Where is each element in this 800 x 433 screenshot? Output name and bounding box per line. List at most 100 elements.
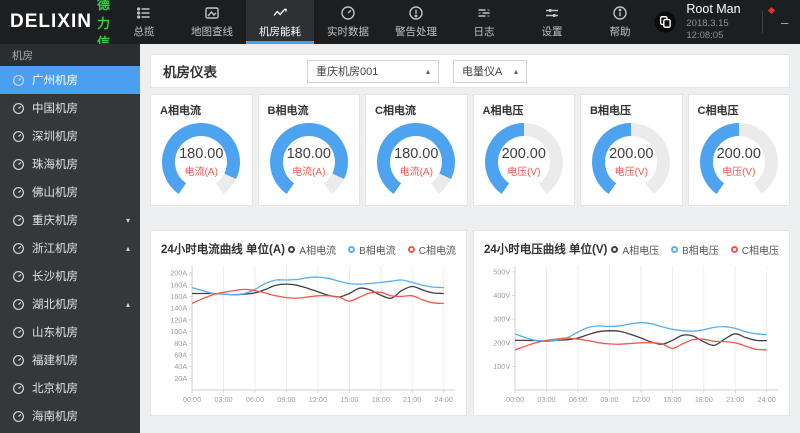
sidebar-item-zhejiang[interactable]: 浙江机房 ▴ [0,234,140,262]
sidebar-item-zhuhai[interactable]: 珠海机房 [0,150,140,178]
meter-toolbar: 机房仪表 重庆机房001 ▴ 电量仪A ▴ [150,54,790,88]
gauge-icon [12,298,25,310]
caret-up-icon: ▴ [425,66,430,76]
main-content: 机房仪表 重庆机房001 ▴ 电量仪A ▴ A相电流 180.00 电流(A) … [140,44,800,433]
sidebar-item-label: 中国机房 [32,103,78,115]
sidebar-item-label: 北京机房 [32,383,78,395]
gauge-unit: 电流(A) [292,167,326,178]
legend-item-a-voltage[interactable]: A相电压 [611,242,659,257]
user-datetime: 2018.3.15 12:08:05 [686,17,729,41]
chart-title: 24小时电流曲线 单位(A) [161,244,285,256]
nav-label: 帮助 [609,26,631,38]
chevron-up-icon: ▴ [125,299,130,309]
legend-item-b-current[interactable]: B相电流 [348,242,396,257]
svg-text:40A: 40A [174,362,187,371]
gauge-icon [12,242,25,254]
voltage-line-chart: 00:00 03:00 06:00 09:00 12:00 15:00 18:00 21:00… [493,266,779,404]
sidebar-item-label: 重庆机房 [32,215,78,227]
main-nav: 总揽 地图查线 机房能耗 实时数据 警告处理 日志 设置 帮助 [110,0,654,44]
nav-label: 设置 [541,26,563,38]
gauge-title: C相电流 [375,105,416,117]
user-name: Root Man [686,2,741,17]
sidebar-item-shandong[interactable]: 山东机房 [0,318,140,346]
nav-item-settings[interactable]: 设置 [518,0,586,44]
svg-text:03:00: 03:00 [537,395,555,404]
sidebar-item-shenzhen[interactable]: 深圳机房 [0,122,140,150]
settings-icon [545,9,558,17]
sidebar-item-label: 长沙机房 [32,271,78,283]
sidebar-item-label: 山东机房 [32,327,78,339]
svg-text:24:00: 24:00 [435,395,453,404]
sidebar-item-label: 海南机房 [32,411,78,423]
legend-item-b-voltage[interactable]: B相电压 [671,242,719,257]
nav-item-help[interactable]: 帮助 [586,0,654,44]
log-icon [478,9,490,17]
sidebar-item-label: 湖北机房 [32,299,78,311]
sidebar-item-label: 福建机房 [32,355,78,367]
current-chart-legend: A相电流 B相电流 C相电流 [288,242,456,257]
page-title: 机房仪表 [163,65,217,80]
room-sidebar: 机房 广州机房 中国机房 深圳机房 珠海机房 佛山机房 重庆机房 ▾ 浙江机房 ▴ [0,44,140,433]
sidebar-item-label: 珠海机房 [32,159,78,171]
user-meta: Root Man 2018.3.15 12:08:05 [686,2,747,41]
sidebar-item-guangzhou[interactable]: 广州机房 [0,66,140,94]
user-avatar[interactable] [654,7,676,37]
nav-item-room-energy[interactable]: 机房能耗 [245,0,314,44]
sidebar-item-label: 佛山机房 [32,187,78,199]
alert-icon [409,6,423,20]
legend-item-c-voltage[interactable]: C相电压 [730,242,779,257]
gauge-card-b-voltage: B相电压 200.00 电压(V) [580,94,683,206]
nav-item-map-search[interactable]: 地图查线 [178,0,246,44]
legend-item-a-current[interactable]: A相电流 [288,242,336,257]
svg-text:06:00: 06:00 [246,395,264,404]
voltage-chart-legend: A相电压 B相电压 C相电压 [611,242,779,257]
gauge-title: B相电压 [590,105,631,117]
room-select-value: 重庆机房001 [316,66,379,78]
nav-item-realtime-data[interactable]: 实时数据 [314,0,382,44]
sidebar-item-beijing[interactable]: 北京机房 [0,374,140,402]
sidebar-item-foshan[interactable]: 佛山机房 [0,178,140,206]
gauge-card-c-voltage: C相电压 200.00 电压(V) [687,94,790,206]
gauge-title: A相电压 [482,105,524,117]
sidebar-item-changsha[interactable]: 长沙机房 [0,262,140,290]
gauge-unit: 电压(V) [614,167,648,178]
svg-text:15:00: 15:00 [340,395,358,404]
nav-label: 机房能耗 [258,26,301,38]
gauge-icon [12,270,25,282]
svg-text:03:00: 03:00 [214,395,232,404]
svg-text:21:00: 21:00 [726,395,744,404]
nav-item-overview[interactable]: 总揽 [110,0,178,44]
svg-text:160A: 160A [170,292,187,301]
nav-label: 警告处理 [394,26,437,38]
sidebar-item-chongqing[interactable]: 重庆机房 ▾ [0,206,140,234]
sidebar-item-hubei[interactable]: 湖北机房 ▴ [0,290,140,318]
nav-item-alerts[interactable]: 警告处理 [382,0,450,44]
gauge-value: 200.00 [609,146,654,162]
svg-text:140A: 140A [170,304,187,313]
svg-text:500V: 500V [493,267,510,276]
trend-icon [273,8,287,16]
voltage-chart-panel: 24小时电压曲线 单位(V) A相电压 B相电压 C相电压 00:00 03:00… [473,230,790,416]
gauge-icon [12,102,25,114]
map-icon [205,7,219,19]
svg-text:12:00: 12:00 [309,395,327,404]
gauge-unit: 电压(V) [722,167,756,178]
sidebar-item-fujian[interactable]: 福建机房 [0,346,140,374]
svg-text:200V: 200V [493,338,510,347]
gauge-icon [12,382,25,394]
meter-select[interactable]: 电量仪A ▴ [453,59,527,83]
sidebar-item-hainan[interactable]: 海南机房 [0,402,140,430]
room-select[interactable]: 重庆机房001 ▴ [307,59,439,83]
nav-label: 总揽 [133,26,155,38]
minimize-button[interactable]: – [776,15,792,30]
sidebar-title: 机房 [0,44,140,66]
nav-item-logs[interactable]: 日志 [450,0,518,44]
svg-text:20A: 20A [174,374,187,383]
svg-text:00:00: 00:00 [506,395,524,404]
sidebar-item-zhongguo[interactable]: 中国机房 [0,94,140,122]
gauge-row: A相电流 180.00 电流(A) B相电流 180.00 电流(A) C相电流… [150,94,790,206]
legend-item-c-current[interactable]: C相电流 [407,242,456,257]
help-icon [613,6,627,20]
legend-ring-icon [671,245,679,253]
svg-text:21:00: 21:00 [403,395,421,404]
